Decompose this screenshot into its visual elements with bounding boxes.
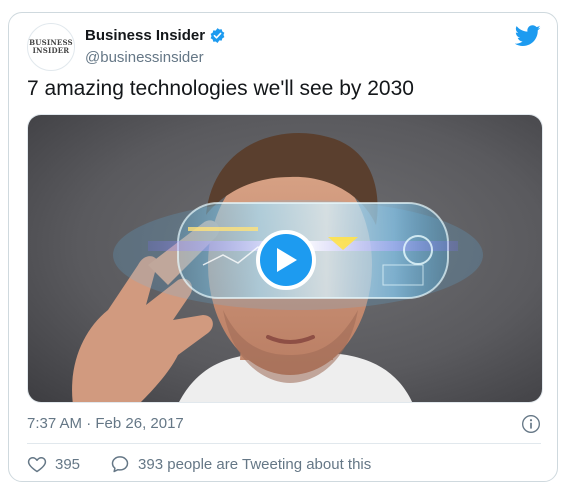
heart-icon — [27, 457, 47, 473]
author-handle[interactable]: @businessinsider — [85, 49, 204, 66]
like-button[interactable]: 395 — [27, 454, 80, 474]
tweet-actions: 395 393 people are Tweeting about this — [27, 454, 371, 474]
avatar[interactable]: BUSINESS INSIDER — [27, 23, 75, 71]
divider — [27, 443, 541, 444]
verified-badge-icon — [210, 28, 225, 43]
avatar-line-2: INSIDER — [32, 46, 70, 55]
author-name-row: Business Insider — [85, 27, 226, 44]
conversation-text: 393 people are Tweeting about this — [138, 455, 372, 473]
video-thumbnail[interactable] — [27, 114, 543, 403]
info-icon[interactable] — [521, 414, 541, 434]
conversation-link[interactable]: 393 people are Tweeting about this — [110, 454, 371, 474]
tweet-card: BUSINESS INSIDER Business Insider @busin… — [8, 12, 558, 482]
play-button[interactable] — [256, 230, 316, 290]
author-name[interactable]: Business Insider — [85, 27, 205, 44]
tweet-text: 7 amazing technologies we'll see by 2030 — [27, 77, 414, 100]
speech-bubble-icon — [111, 456, 129, 473]
play-icon — [277, 248, 297, 272]
twitter-bird-icon[interactable] — [515, 25, 541, 47]
like-count: 395 — [55, 455, 81, 473]
tweet-timestamp[interactable]: 7:37 AM · Feb 26, 2017 — [27, 415, 184, 432]
